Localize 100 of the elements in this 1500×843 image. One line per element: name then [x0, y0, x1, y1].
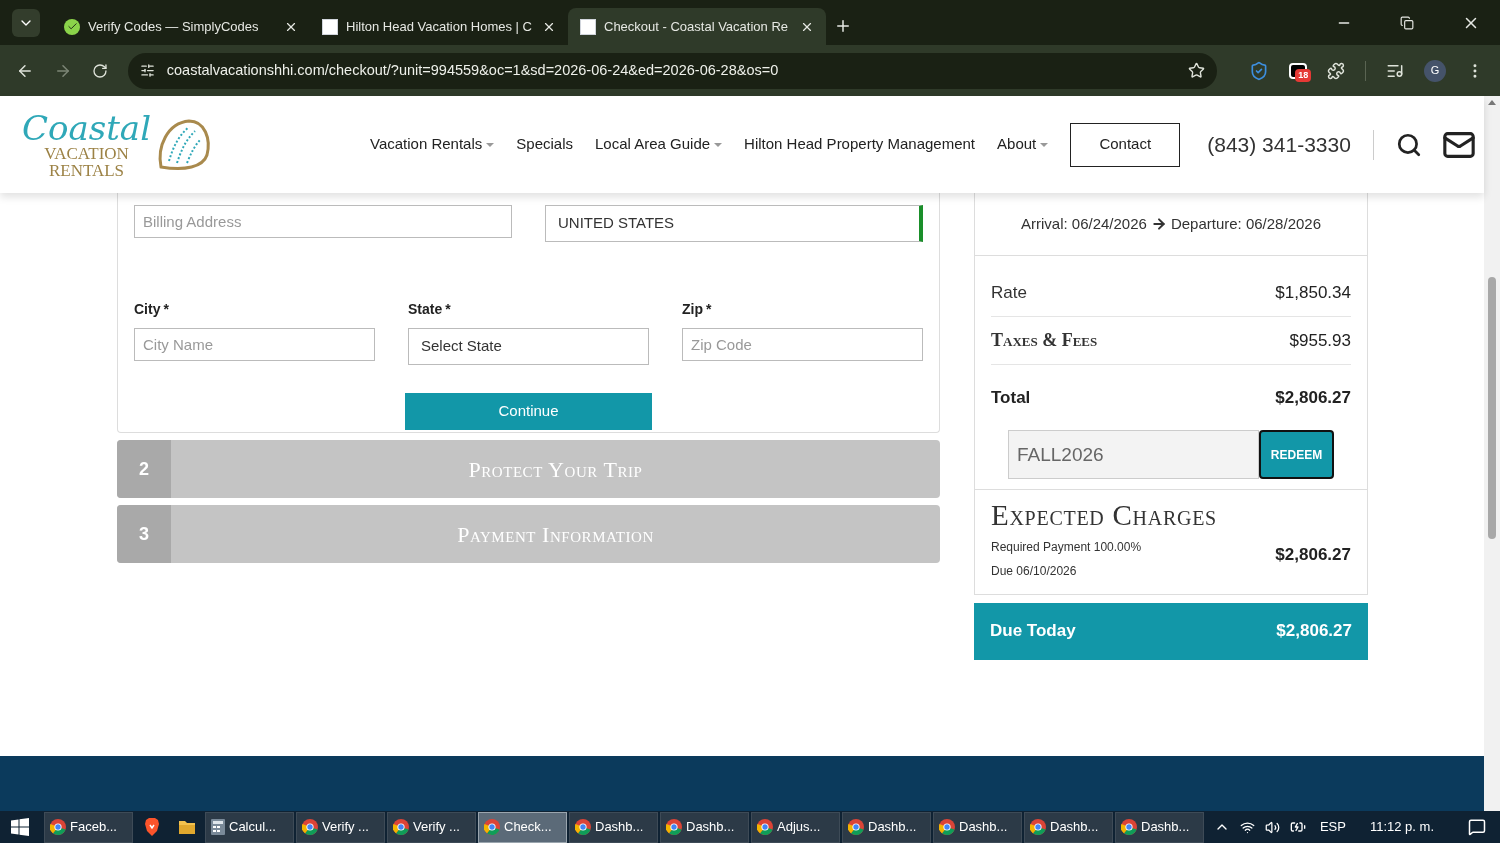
site-favicon-icon [580, 18, 596, 35]
check-badge-icon [64, 18, 80, 35]
wifi-icon[interactable] [1239, 819, 1255, 835]
lion-shield-icon [143, 818, 160, 836]
search-icon[interactable] [1395, 131, 1422, 158]
taskbar-button[interactable]: Calcul... [205, 811, 294, 843]
windows-start-icon[interactable] [11, 818, 29, 836]
browser-tab[interactable]: Hilton Head Vacation Homes | C [310, 8, 568, 45]
chrome-icon [575, 819, 591, 835]
section-title: Expected Charges [991, 498, 1218, 533]
due-date: Due 06/10/2026 [991, 562, 1078, 580]
url-text: coastalvacationshhi.com/checkout/?unit=994559&oc=1&sd=2026-06-24&ed=2026-06-28&os=0 [166, 60, 780, 80]
taskbar-button[interactable]: Verify ... [387, 811, 476, 843]
taskbar-label: Verify ... [322, 818, 369, 837]
taskbar-label: Calcul... [229, 818, 276, 837]
text-field[interactable]: Zip Code [682, 328, 923, 361]
taskbar-button[interactable]: Adjus... [751, 811, 840, 843]
taskbar-label: Adjus... [777, 818, 821, 837]
browser-tab[interactable]: Checkout - Coastal Vacation Re [568, 8, 826, 45]
browser-tab[interactable]: Verify Codes — SimplyCodes [52, 8, 310, 45]
taskbar-button[interactable]: Dashb... [933, 811, 1022, 843]
price-value: $1,850.34 [1275, 281, 1351, 304]
calculator-icon [211, 819, 225, 835]
step-title: Payment Information [456, 520, 655, 549]
required-payment: Required Payment 100.00% [991, 538, 1142, 556]
taskbar-label: Verify ... [413, 818, 460, 837]
chrome-icon [1121, 819, 1137, 835]
chrome-icon [50, 819, 66, 835]
taskbar-label: Dashb... [1050, 818, 1099, 837]
scrollbar-thumb[interactable] [1488, 277, 1496, 539]
reload-icon[interactable] [91, 62, 108, 79]
tab-title: Hilton Head Vacation Homes | C [346, 17, 533, 36]
tab-title: Verify Codes — SimplyCodes [88, 17, 260, 36]
profile-avatar[interactable]: G [1424, 59, 1447, 82]
site-favicon-icon [322, 18, 338, 35]
required-marker: * [163, 300, 169, 319]
site-logo[interactable]: Coastal VACATION RENTALS [22, 110, 248, 179]
restore-icon[interactable] [1400, 15, 1414, 30]
scrollbar[interactable] [1484, 96, 1500, 811]
battery-icon[interactable] [1289, 819, 1306, 835]
required-marker: * [445, 300, 451, 319]
site-settings-icon[interactable] [139, 63, 155, 78]
chrome-icon [757, 819, 773, 835]
nav-link[interactable]: Vacation Rentals [370, 133, 495, 156]
arrival-date: Arrival: 06/24/2026 [1020, 213, 1147, 234]
notifications-icon[interactable] [1468, 818, 1486, 836]
taskbar-button[interactable]: Dashb... [660, 811, 749, 843]
extensions-icon[interactable] [1327, 61, 1346, 80]
price-label: Taxes & Fees [991, 329, 1098, 352]
step-title: Protect Your Trip [467, 455, 644, 484]
coupon-field[interactable]: FALL2026 [1008, 430, 1259, 479]
language-indicator[interactable]: ESP [1319, 817, 1346, 837]
chrome-icon [666, 819, 682, 835]
address-bar[interactable]: coastalvacationshhi.com/checkout/?unit=994559&oc=1&sd=2026-06-24&ed=2026-06-28&os=0 [127, 52, 1218, 89]
volume-icon[interactable] [1264, 819, 1280, 835]
nav-link[interactable]: About [997, 133, 1049, 156]
step-number: 3 [117, 505, 171, 563]
price-value: $2,806.27 [1275, 387, 1351, 410]
taskbar-button[interactable]: Dashb... [569, 811, 658, 843]
chrome-icon [939, 819, 955, 835]
phone-number: (843) 341-3330 [1207, 131, 1351, 158]
step-number: 2 [117, 440, 171, 498]
field-label: City [134, 300, 161, 319]
chrome-icon [302, 819, 318, 835]
taskbar-button[interactable]: Dashb... [1115, 811, 1204, 843]
taskbar-button[interactable]: Check... [478, 811, 567, 843]
expected-amount: $2,806.27 [1275, 543, 1351, 566]
state-select[interactable]: Select State [408, 328, 649, 365]
taskbar-label: Dashb... [686, 818, 735, 837]
caret-icon [1040, 142, 1049, 147]
clock[interactable]: 11:12 p. m. [1369, 817, 1434, 837]
price-value: $955.93 [1289, 329, 1351, 352]
taskbar-label: Dashb... [959, 818, 1008, 837]
field-label: State [408, 300, 443, 319]
nav-link[interactable]: Hilton Head Property Management [744, 133, 976, 156]
taskbar-label: Faceb... [70, 818, 117, 837]
taskbar-button[interactable]: Verify ... [296, 811, 385, 843]
nav-link[interactable]: Local Area Guide [595, 133, 723, 156]
logo-line: RENTALS [48, 161, 125, 179]
bookmark-star-icon[interactable] [1188, 62, 1206, 79]
required-marker: * [706, 300, 712, 319]
taskbar-button[interactable]: Dashb... [1024, 811, 1113, 843]
logo-line: VACATION [44, 144, 129, 162]
taskbar-button[interactable]: Dashb... [842, 811, 931, 843]
taskbar-label: Check... [504, 818, 552, 837]
caret-icon [486, 142, 495, 147]
billing-address-field[interactable]: Billing Address [134, 205, 512, 238]
price-label: Rate [991, 281, 1027, 304]
nav-link[interactable]: Specials [516, 133, 573, 156]
field-label: Zip [682, 300, 703, 319]
new-tab-icon[interactable] [834, 17, 852, 35]
contact-button[interactable]: Contact [1070, 122, 1181, 167]
taskbar-button[interactable]: Faceb... [44, 811, 133, 843]
country-select[interactable]: UNITED STATES [545, 205, 923, 242]
logo-script: Coastal [22, 110, 151, 145]
folder-icon [177, 819, 196, 835]
taskbar-label: Dashb... [595, 818, 644, 837]
taskbar-label: Dashb... [1141, 818, 1190, 837]
tab-list-button[interactable] [12, 8, 40, 37]
text-field[interactable]: City Name [134, 328, 375, 361]
